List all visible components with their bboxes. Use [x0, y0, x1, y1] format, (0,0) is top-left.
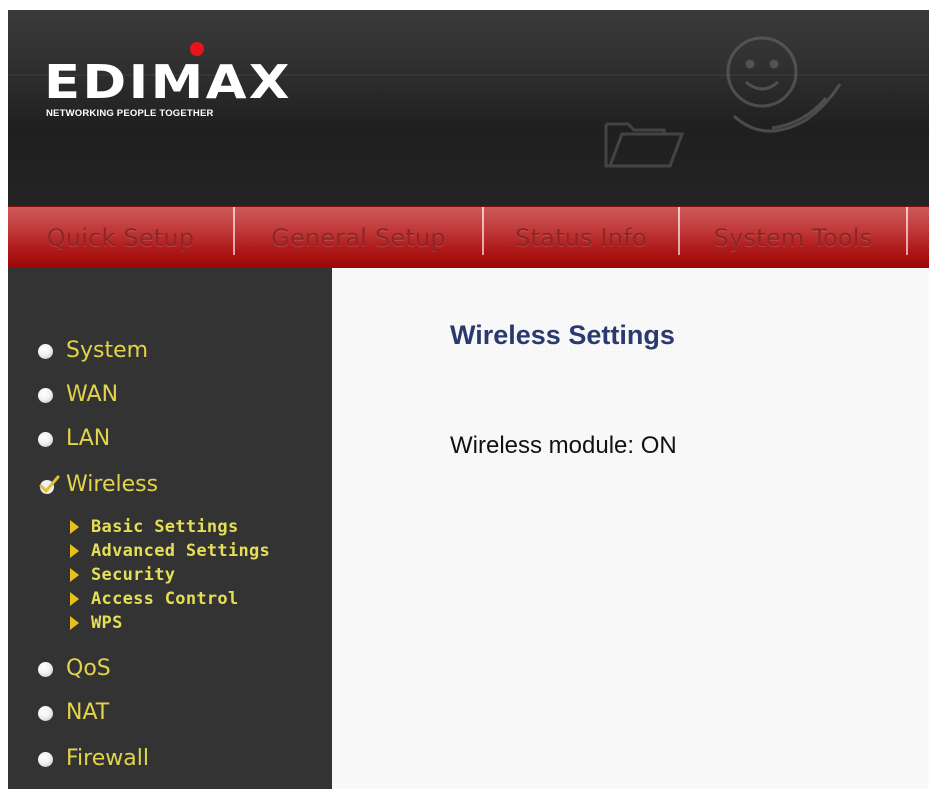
smiley-hand-icon: [726, 36, 842, 133]
bullet-icon: [38, 661, 53, 677]
wireless-module-status: Wireless module: ON: [450, 432, 677, 459]
bullet-icon: [38, 343, 53, 359]
tab-status-info[interactable]: Status Info: [484, 207, 678, 269]
arrow-right-icon: [70, 568, 79, 582]
sidebar-item-label: WAN: [66, 382, 119, 407]
tab-system-tools[interactable]: System Tools: [680, 207, 906, 269]
sidebar-item-label: NAT: [66, 700, 110, 725]
submenu-label: Access Control: [91, 589, 239, 609]
submenu-label: Basic Settings: [91, 517, 239, 537]
main-content: Wireless Settings Wireless module: ON: [332, 268, 929, 789]
sidebar-item-label: Wireless: [66, 472, 159, 497]
submenu-label: Advanced Settings: [91, 541, 271, 561]
bullet-icon: [38, 705, 53, 721]
sidebar-item-system[interactable]: System: [38, 336, 148, 366]
bullet-icon: [38, 431, 53, 447]
sidebar-item-nat[interactable]: NAT: [38, 698, 109, 728]
arrow-right-icon: [70, 544, 79, 558]
arrow-right-icon: [70, 616, 79, 630]
logo-wordmark: EDIMAX: [44, 55, 292, 109]
submenu-wps[interactable]: WPS: [70, 612, 123, 634]
bullet-icon: [38, 387, 53, 403]
edimax-logo[interactable]: EDIMAX NETWORKING PEOPLE TOGETHER: [44, 42, 324, 130]
checkmark-icon: [39, 475, 60, 494]
logo-red-dot: [190, 42, 204, 56]
logo-tagline: NETWORKING PEOPLE TOGETHER: [46, 108, 214, 119]
header-banner: EDIMAX NETWORKING PEOPLE TOGETHER: [8, 10, 929, 206]
page-title: Wireless Settings: [450, 320, 675, 350]
submenu-label: Security: [91, 565, 176, 585]
tab-general-setup[interactable]: General Setup: [235, 207, 482, 269]
submenu-advanced-settings[interactable]: Advanced Settings: [70, 540, 270, 562]
sidebar-item-label: System: [66, 338, 149, 363]
folder-icon: [604, 122, 685, 168]
sidebar-item-label: LAN: [66, 426, 111, 451]
sidebar-item-label: Firewall: [66, 746, 149, 771]
sidebar-item-wan[interactable]: WAN: [38, 380, 118, 410]
sidebar-item-firewall[interactable]: Firewall: [38, 744, 149, 774]
sidebar-item-wireless[interactable]: Wireless: [38, 470, 158, 500]
nav-divider: [906, 207, 908, 255]
submenu-basic-settings[interactable]: Basic Settings: [70, 516, 239, 538]
sidebar-item-lan[interactable]: LAN: [38, 424, 110, 454]
sidebar: System WAN LAN Wireless Basic Settings A…: [8, 268, 332, 789]
submenu-security[interactable]: Security: [70, 564, 175, 586]
arrow-right-icon: [70, 520, 79, 534]
submenu-label: WPS: [91, 613, 123, 633]
sidebar-item-label: QoS: [66, 656, 111, 681]
router-admin-page: EDIMAX NETWORKING PEOPLE TOGETHER Quick …: [0, 0, 929, 789]
bullet-icon: [38, 751, 53, 767]
sidebar-item-qos[interactable]: QoS: [38, 654, 111, 684]
arrow-right-icon: [70, 592, 79, 606]
top-navigation: Quick Setup General Setup Status Info Sy…: [8, 206, 929, 268]
submenu-access-control[interactable]: Access Control: [70, 588, 239, 610]
tab-quick-setup[interactable]: Quick Setup: [8, 207, 233, 269]
